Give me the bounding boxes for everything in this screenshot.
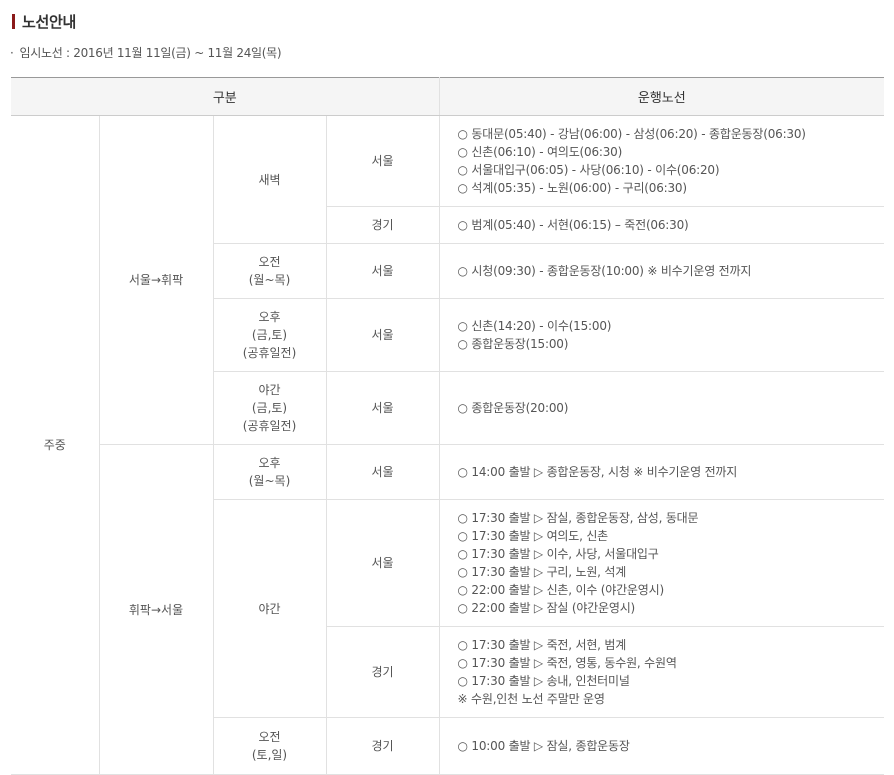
time-cell: 오전 (토,일) <box>213 717 327 775</box>
time-line: (금,토) <box>251 328 288 342</box>
region-cell: 서울 <box>326 243 440 299</box>
time-line: (월~목) <box>248 273 291 287</box>
route-cell: ○ 동대문(05:40) - 강남(06:00) - 삼성(06:20) - 종… <box>439 115 885 207</box>
time-line: 야간 <box>258 383 281 397</box>
page-title: 노선안내 <box>12 11 76 32</box>
region-cell: 서울 <box>326 371 440 445</box>
group-cell: 주중 <box>11 115 100 775</box>
time-line: 오전 <box>258 730 281 744</box>
route-line: ○ 17:30 출발 ▷ 여의도, 신촌 <box>457 529 609 543</box>
route-line: ○ 17:30 출발 ▷ 죽전, 영통, 동수원, 수원역 <box>457 656 677 670</box>
route-line: ○ 동대문(05:40) - 강남(06:00) - 삼성(06:20) - 종… <box>457 127 806 141</box>
route-line: ○ 17:30 출발 ▷ 구리, 노원, 석계 <box>457 565 627 579</box>
time-cell: 새벽 <box>213 115 327 244</box>
table-row: 주중 서울→휘팍 새벽 서울 ○ 동대문(05:40) - 강남(06:00) … <box>11 115 885 775</box>
time-line: (금,토) <box>251 401 288 415</box>
route-line: ○ 17:30 출발 ▷ 이수, 사당, 서울대입구 <box>457 547 659 561</box>
table-header-row: 구분 운행노선 <box>11 77 885 116</box>
time-line: (공휴일전) <box>242 419 297 433</box>
route-cell: ○ 신촌(14:20) - 이수(15:00) ○ 종합운동장(15:00) <box>439 298 885 372</box>
table-row: 휘팍→서울 오후 (월~목) 서울 ○ 14:00 출발 ▷ 종합운동장, 시청… <box>11 444 885 775</box>
route-line: ○ 22:00 출발 ▷ 잠실 (야간운영시) <box>457 601 636 615</box>
region-cell: 서울 <box>326 115 440 207</box>
route-cell: ○ 17:30 출발 ▷ 죽전, 서현, 범계 ○ 17:30 출발 ▷ 죽전,… <box>439 626 885 718</box>
temporary-route-period: · 임시노선 : 2016년 11월 11일(금) ~ 11월 24일(목) <box>10 44 282 61</box>
route-line: ○ 17:30 출발 ▷ 송내, 인천터미널 <box>457 674 630 688</box>
period-text: 임시노선 : 2016년 11월 11일(금) ~ 11월 24일(목) <box>19 46 282 60</box>
route-cell: ○ 17:30 출발 ▷ 잠실, 종합운동장, 삼성, 동대문 ○ 17:30 … <box>439 499 885 627</box>
route-line: ○ 종합운동장(20:00) <box>457 401 569 415</box>
time-line: (공휴일전) <box>242 346 297 360</box>
route-line: ○ 신촌(06:10) - 여의도(06:30) <box>457 145 623 159</box>
header-route: 운행노선 <box>439 77 885 116</box>
region-cell: 경기 <box>326 717 440 775</box>
direction-cell: 휘팍→서울 <box>99 444 214 775</box>
time-cell: 오후 (월~목) <box>213 444 327 500</box>
time-cell: 야간 (금,토) (공휴일전) <box>213 371 327 445</box>
route-cell: ○ 시청(09:30) - 종합운동장(10:00) ※ 비수기운영 전까지 <box>439 243 885 299</box>
route-line: ○ 17:30 출발 ▷ 잠실, 종합운동장, 삼성, 동대문 <box>457 511 699 525</box>
route-line: ○ 14:00 출발 ▷ 종합운동장, 시청 ※ 비수기운영 전까지 <box>457 465 738 479</box>
time-line: 오후 <box>258 310 281 324</box>
route-cell: ○ 종합운동장(20:00) <box>439 371 885 445</box>
route-line: ○ 시청(09:30) - 종합운동장(10:00) ※ 비수기운영 전까지 <box>457 264 752 278</box>
region-cell: 경기 <box>326 626 440 718</box>
time-cell: 오전 (월~목) <box>213 243 327 299</box>
time-line: 오후 <box>258 456 281 470</box>
region-cell: 서울 <box>326 298 440 372</box>
time-line: 오전 <box>258 255 281 269</box>
time-line: (월~목) <box>248 474 291 488</box>
route-cell: ○ 범계(05:40) - 서현(06:15) – 죽전(06:30) <box>439 206 885 244</box>
route-table: 구분 운행노선 주중 서울→휘팍 새벽 서울 ○ 동대문(05:40) - 강남… <box>11 77 885 775</box>
region-cell: 서울 <box>326 444 440 500</box>
route-line: ※ 수원,인천 노선 주말만 운영 <box>457 692 605 706</box>
route-cell: ○ 14:00 출발 ▷ 종합운동장, 시청 ※ 비수기운영 전까지 <box>439 444 885 500</box>
route-cell: ○ 10:00 출발 ▷ 잠실, 종합운동장 <box>439 717 885 775</box>
title-accent-bar <box>12 14 15 29</box>
route-line: ○ 10:00 출발 ▷ 잠실, 종합운동장 <box>457 739 630 753</box>
region-cell: 경기 <box>326 206 440 244</box>
header-category: 구분 <box>11 77 440 116</box>
time-cell: 오후 (금,토) (공휴일전) <box>213 298 327 372</box>
page-title-text: 노선안내 <box>22 13 77 31</box>
route-line: ○ 범계(05:40) - 서현(06:15) – 죽전(06:30) <box>457 218 689 232</box>
route-line: ○ 22:00 출발 ▷ 신촌, 이수 (야간운영시) <box>457 583 665 597</box>
route-line: ○ 석계(05:35) - 노원(06:00) - 구리(06:30) <box>457 181 687 195</box>
bullet-dot: · <box>10 46 14 60</box>
route-line: ○ 종합운동장(15:00) <box>457 337 569 351</box>
route-line: ○ 신촌(14:20) - 이수(15:00) <box>457 319 612 333</box>
region-cell: 서울 <box>326 499 440 627</box>
time-cell: 야간 <box>213 499 327 718</box>
time-line: (토,일) <box>251 748 288 762</box>
route-line: ○ 서울대입구(06:05) - 사당(06:10) - 이수(06:20) <box>457 163 720 177</box>
route-line: ○ 17:30 출발 ▷ 죽전, 서현, 범계 <box>457 638 627 652</box>
direction-cell: 서울→휘팍 <box>99 115 214 445</box>
